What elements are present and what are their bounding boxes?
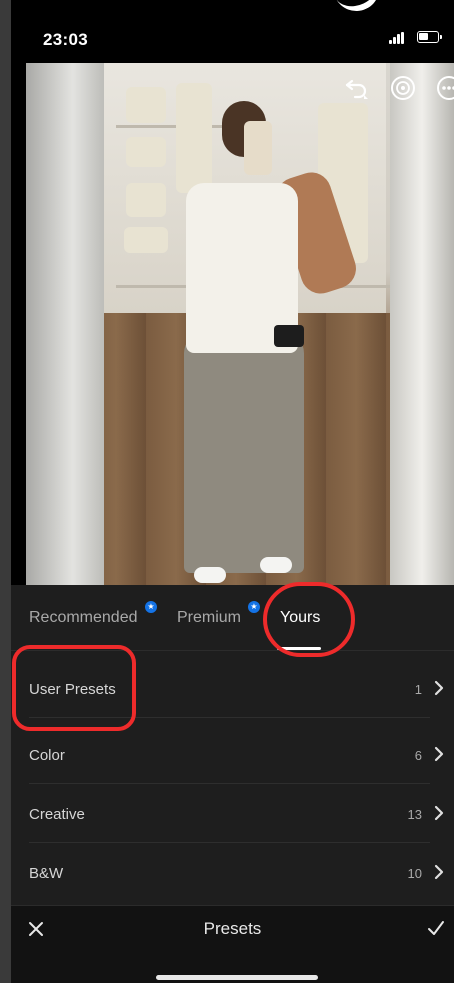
- list-item-color[interactable]: Color 6: [11, 725, 454, 784]
- chevron-right-icon: [434, 680, 444, 696]
- list-item-count: 10: [407, 866, 422, 881]
- list-item-label: B&W: [29, 865, 64, 882]
- status-time: 23:03: [43, 30, 88, 49]
- list-item-label: Color: [29, 747, 65, 764]
- status-bar: 23:03: [11, 18, 454, 58]
- list-item-count: 1: [414, 682, 422, 697]
- list-item-count: 13: [407, 807, 422, 822]
- panel-title: Presets: [203, 919, 262, 938]
- photo-toolbar: [26, 75, 454, 105]
- check-icon[interactable]: [426, 918, 446, 938]
- battery-icon: [417, 31, 442, 43]
- chevron-right-icon: [434, 805, 444, 821]
- tab-recommended[interactable]: Recommended: [29, 609, 138, 627]
- list-item-user-presets[interactable]: User Presets 1: [11, 659, 454, 718]
- list-item-label: Creative: [29, 806, 85, 823]
- tab-yours[interactable]: Yours: [280, 609, 320, 627]
- list-item-count: 6: [414, 748, 422, 763]
- photo-preview[interactable]: [26, 63, 454, 585]
- home-indicator: [156, 975, 318, 980]
- active-tab-indicator: [277, 647, 321, 650]
- chevron-right-icon: [434, 746, 444, 762]
- cellular-signal-icon: [389, 32, 407, 44]
- tab-premium[interactable]: Premium: [177, 609, 241, 627]
- chevron-right-icon: [434, 864, 444, 880]
- app-screen: 23:03 Recommended ★ Premium ★ Yours User…: [11, 0, 454, 983]
- undo-icon[interactable]: [344, 75, 370, 101]
- bottom-action-bar: Presets: [11, 905, 454, 983]
- star-badge-icon: ★: [145, 601, 157, 613]
- more-icon[interactable]: [436, 75, 454, 101]
- list-item-label: User Presets: [29, 681, 116, 698]
- preset-tabs: Recommended ★ Premium ★ Yours: [11, 585, 454, 651]
- list-item-creative[interactable]: Creative 13: [11, 784, 454, 843]
- preset-group-list: User Presets 1 Color 6 Creative 13 B&W 1…: [11, 651, 454, 905]
- star-badge-icon: ★: [248, 601, 260, 613]
- list-item-bw[interactable]: B&W 10: [11, 843, 454, 902]
- help-icon[interactable]: [390, 75, 416, 101]
